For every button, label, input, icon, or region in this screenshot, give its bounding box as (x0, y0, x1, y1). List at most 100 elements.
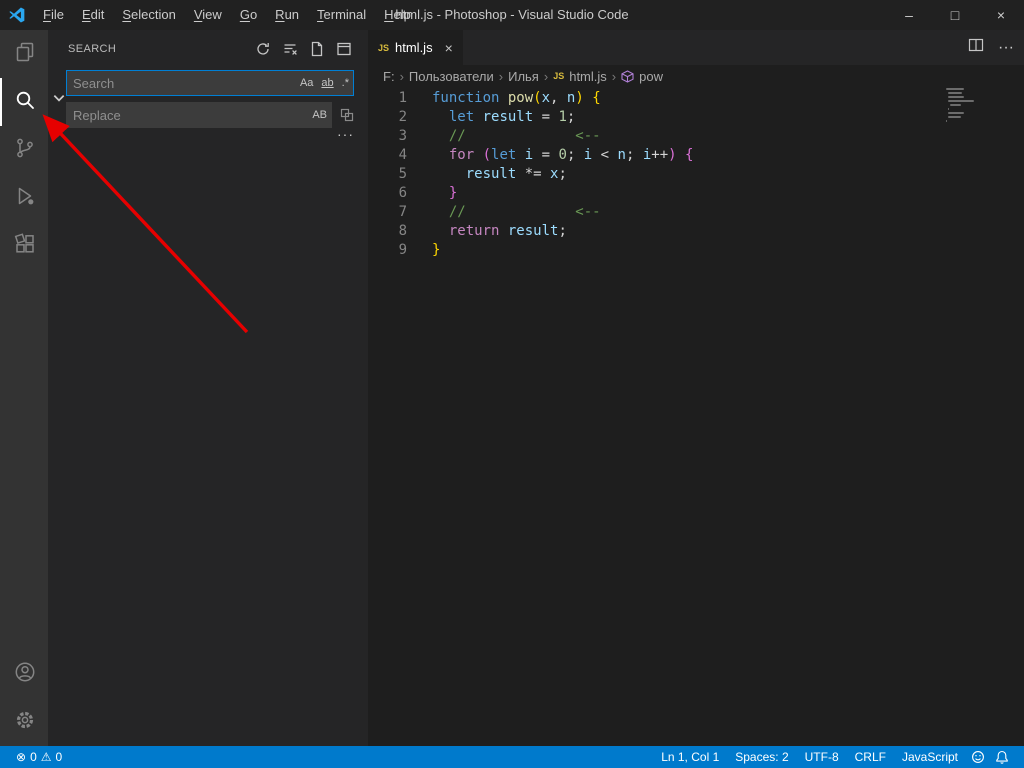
vscode-window: FileEditSelectionViewGoRunTerminalHelp h… (0, 0, 1024, 768)
extensions-icon (13, 232, 37, 261)
menu-edit[interactable]: Edit (73, 0, 113, 30)
replace-input-box: AB (66, 102, 332, 128)
clear-search-results-icon[interactable] (282, 41, 298, 57)
open-in-editor-icon[interactable] (336, 41, 352, 57)
chevron-right-icon: › (612, 69, 616, 84)
search-input[interactable] (67, 76, 296, 91)
breadcrumb-item-file[interactable]: html.js (569, 69, 607, 84)
preserve-case-toggle[interactable]: AB (308, 109, 331, 121)
tab-html-js[interactable]: JS html.js × (368, 30, 463, 65)
account-button[interactable] (0, 650, 48, 698)
menu-selection[interactable]: Selection (113, 0, 184, 30)
minimize-button[interactable]: – (886, 0, 932, 30)
status-bar: ⊗ 0 ⚠ 0 Ln 1, Col 1 Spaces: 2 UTF-8 CRLF… (0, 746, 1024, 768)
menu-view[interactable]: View (185, 0, 231, 30)
breadcrumb-item-users[interactable]: Пользователи (409, 69, 494, 84)
code-line-8[interactable]: 8 return result; (368, 222, 1024, 241)
warning-count: 0 (56, 750, 63, 764)
menu-go[interactable]: Go (231, 0, 266, 30)
source-control-button[interactable] (0, 126, 48, 174)
code-line-4[interactable]: 4 for (let i = 0; i < n; i++) { (368, 146, 1024, 165)
feedback-icon[interactable] (966, 750, 990, 764)
problems-indicator[interactable]: ⊗ 0 ⚠ 0 (8, 750, 70, 764)
cursor-position-indicator[interactable]: Ln 1, Col 1 (653, 750, 727, 764)
split-editor-icon[interactable] (968, 37, 984, 58)
settings-button[interactable] (0, 698, 48, 746)
menu-run[interactable]: Run (266, 0, 308, 30)
line-number: 9 (368, 241, 407, 260)
tab-strip: JS html.js × ··· (368, 30, 1024, 65)
menu-help[interactable]: Help (375, 0, 420, 30)
editor-more-actions-icon[interactable]: ··· (998, 39, 1014, 57)
account-icon (13, 660, 37, 689)
search-button[interactable] (0, 78, 48, 126)
code-line-3[interactable]: 3 // <-- (368, 127, 1024, 146)
error-icon: ⊗ (16, 750, 26, 764)
menu-bar: FileEditSelectionViewGoRunTerminalHelp (34, 0, 420, 30)
chevron-right-icon: › (544, 69, 548, 84)
files-icon (13, 40, 37, 69)
close-button[interactable]: × (978, 0, 1024, 30)
run-debug-icon (13, 184, 37, 213)
line-number: 7 (368, 203, 407, 222)
line-number: 8 (368, 222, 407, 241)
menu-terminal[interactable]: Terminal (308, 0, 375, 30)
tab-close-icon[interactable]: × (445, 40, 453, 56)
new-search-editor-icon[interactable] (309, 41, 325, 57)
line-number: 2 (368, 108, 407, 127)
line-number: 6 (368, 184, 407, 203)
window-controls: – □ × (886, 0, 1024, 30)
breadcrumb: F: › Пользователи › Илья › JS html.js › … (368, 65, 1024, 87)
eol-indicator[interactable]: CRLF (847, 750, 894, 764)
maximize-button[interactable]: □ (932, 0, 978, 30)
minimap[interactable] (946, 88, 978, 122)
line-number: 1 (368, 89, 407, 108)
search-input-box: Aa ab .* (66, 70, 354, 96)
breadcrumb-item-ilya[interactable]: Илья (508, 69, 539, 84)
code-line-9[interactable]: 9} (368, 241, 1024, 260)
code-line-7[interactable]: 7 // <-- (368, 203, 1024, 222)
activity-bar (0, 30, 48, 746)
replace-input[interactable] (67, 108, 308, 123)
code-line-1[interactable]: 1function pow(x, n) { (368, 89, 1024, 108)
error-count: 0 (30, 750, 37, 764)
chevron-right-icon: › (400, 69, 404, 84)
toggle-search-details-button[interactable]: ··· (337, 126, 354, 142)
code-area[interactable]: 1function pow(x, n) {2 let result = 1;3 … (368, 87, 1024, 260)
menu-file[interactable]: File (34, 0, 73, 30)
vscode-logo-icon (8, 6, 26, 24)
refresh-icon[interactable] (255, 41, 271, 57)
extensions-button[interactable] (0, 222, 48, 270)
match-case-toggle[interactable]: Aa (296, 77, 317, 89)
chevron-right-icon: › (499, 69, 503, 84)
breadcrumb-item-symbol[interactable]: pow (639, 69, 663, 84)
line-number: 4 (368, 146, 407, 165)
title-bar: FileEditSelectionViewGoRunTerminalHelp h… (0, 0, 1024, 30)
language-indicator[interactable]: JavaScript (894, 750, 966, 764)
replace-all-icon[interactable] (339, 107, 355, 123)
explorer-button[interactable] (0, 30, 48, 78)
notifications-bell-icon[interactable] (990, 750, 1014, 764)
search-sidebar: SEARCH (48, 30, 368, 746)
symbol-function-icon (621, 70, 634, 83)
search-icon (13, 88, 37, 117)
line-number: 5 (368, 165, 407, 184)
code-line-6[interactable]: 6 } (368, 184, 1024, 203)
sidebar-title: SEARCH (68, 43, 116, 55)
tab-label: html.js (395, 40, 433, 55)
warning-icon: ⚠ (41, 750, 52, 764)
code-line-5[interactable]: 5 result *= x; (368, 165, 1024, 184)
toggle-replace-button[interactable] (52, 91, 66, 105)
whole-word-toggle[interactable]: ab (317, 77, 337, 89)
indentation-indicator[interactable]: Spaces: 2 (727, 750, 796, 764)
javascript-file-icon: JS (378, 43, 389, 53)
line-number: 3 (368, 127, 407, 146)
encoding-indicator[interactable]: UTF-8 (797, 750, 847, 764)
javascript-file-icon: JS (553, 71, 564, 81)
breadcrumb-item-drive[interactable]: F: (383, 69, 395, 84)
run-debug-button[interactable] (0, 174, 48, 222)
regex-toggle[interactable]: .* (338, 77, 353, 89)
git-branch-icon (13, 136, 37, 165)
editor-group: JS html.js × ··· F: › Пользователи (368, 30, 1024, 746)
code-line-2[interactable]: 2 let result = 1; (368, 108, 1024, 127)
